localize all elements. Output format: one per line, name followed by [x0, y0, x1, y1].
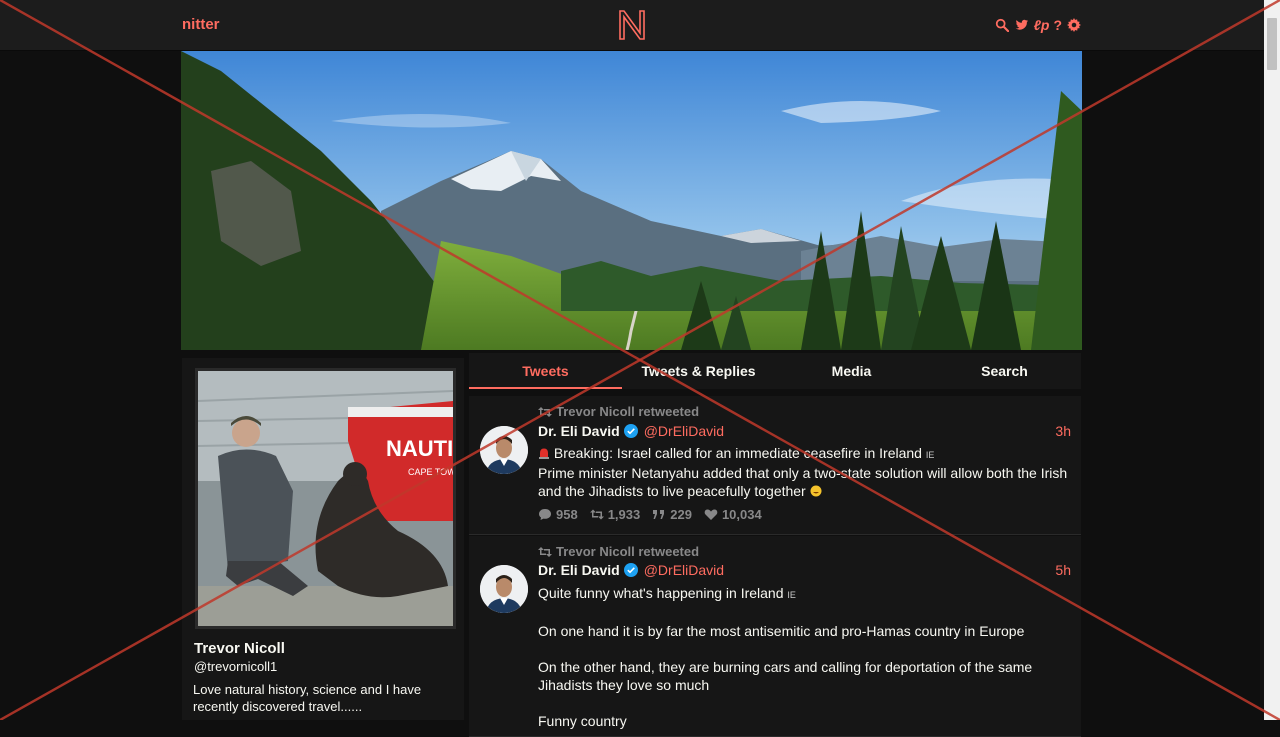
rss-icon[interactable]: ℓp — [1034, 17, 1050, 33]
tab-tweets[interactable]: Tweets — [469, 353, 622, 389]
tweet-avatar[interactable] — [480, 426, 528, 474]
profile-username[interactable]: @trevornicoll1 — [194, 659, 277, 674]
comment-icon — [539, 509, 551, 520]
tweet-line: Breaking: Israel called for an immediate… — [553, 445, 922, 461]
page-scrollbar[interactable] — [1264, 0, 1280, 720]
timeline-tabs: Tweets Tweets & Replies Media Search — [469, 353, 1081, 389]
quote-stat[interactable]: 229 — [652, 507, 692, 522]
verified-icon — [623, 563, 638, 577]
tweet-line: Prime minister Netanyahu added that only… — [538, 465, 1068, 499]
profile-fullname[interactable]: Trevor Nicoll — [194, 640, 285, 657]
tweet-header: Dr. Eli David @DrEliDavid — [538, 562, 724, 578]
tweet-date[interactable]: 3h — [1055, 423, 1071, 439]
tweet-paragraph: On one hand it is by far the most antise… — [538, 623, 1025, 639]
timeline-item[interactable]: Trevor Nicoll retweeted Dr. Eli David @D… — [469, 396, 1081, 535]
quote-icon — [653, 510, 665, 519]
boat-lettering: NAUTIC — [386, 436, 453, 461]
siren-emoji-icon — [539, 448, 549, 459]
gear-icon[interactable] — [1066, 17, 1082, 33]
tab-tweets-replies[interactable]: Tweets & Replies — [622, 353, 775, 389]
tweet-avatar[interactable] — [480, 565, 528, 613]
quote-count: 229 — [670, 507, 692, 522]
search-icon[interactable] — [994, 17, 1010, 33]
nitter-logo[interactable] — [617, 9, 647, 41]
tweet-stats: 958 1,933 229 10,034 — [538, 507, 762, 522]
timeline-item[interactable]: Trevor Nicoll retweeted Dr. Eli David @D… — [469, 536, 1081, 737]
tweet-fullname[interactable]: Dr. Eli David — [538, 562, 620, 578]
heart-icon — [704, 509, 718, 520]
retweet-stat[interactable]: 1,933 — [589, 507, 641, 522]
tweet-content: Breaking: Israel called for an immediate… — [538, 444, 1073, 500]
nav-icons: ℓp ? — [994, 15, 1082, 35]
help-icon[interactable]: ? — [1053, 17, 1062, 33]
profile-card: NAUTIC CAPE TOWN Trevor Nicoll @trevorni… — [182, 358, 464, 720]
reply-stat[interactable]: 958 — [538, 507, 578, 522]
reply-count: 958 — [556, 507, 578, 522]
verified-icon — [623, 424, 638, 438]
ireland-flag-glyph: IE — [925, 450, 935, 460]
profile-banner[interactable] — [181, 51, 1082, 350]
retweet-header: Trevor Nicoll retweeted — [538, 544, 699, 559]
ireland-flag-glyph: IE — [787, 590, 796, 600]
top-navbar: nitter ℓp ? — [0, 0, 1264, 51]
twitter-bird-icon[interactable] — [1014, 17, 1030, 33]
brand-link[interactable]: nitter — [182, 16, 220, 33]
retweet-count: 1,933 — [607, 507, 641, 522]
tweet-date[interactable]: 5h — [1055, 562, 1071, 578]
tab-search[interactable]: Search — [928, 353, 1081, 389]
retweet-label: Trevor Nicoll retweeted — [556, 544, 700, 559]
retweet-icon — [538, 406, 552, 417]
tweet-content: Quite funny what's happening in Ireland … — [538, 584, 1073, 730]
scrollbar-thumb[interactable] — [1267, 18, 1277, 70]
tweet-header: Dr. Eli David @DrEliDavid — [538, 423, 724, 439]
like-count: 10,034 — [721, 507, 762, 522]
like-stat[interactable]: 10,034 — [704, 507, 762, 522]
tweet-username[interactable]: @DrEliDavid — [644, 562, 724, 578]
profile-bio: Love natural history, science and I have… — [193, 682, 422, 714]
tweet-paragraph: On the other hand, they are burning cars… — [538, 659, 1033, 693]
tab-media[interactable]: Media — [775, 353, 928, 389]
retweet-label: Trevor Nicoll retweeted — [556, 404, 700, 419]
tweet-fullname[interactable]: Dr. Eli David — [538, 423, 620, 439]
tweet-paragraph: Quite funny what's happening in Ireland — [538, 585, 784, 601]
laughing-emoji-icon — [810, 485, 822, 497]
retweet-icon — [538, 546, 552, 557]
profile-avatar[interactable]: NAUTIC CAPE TOWN — [195, 368, 456, 629]
tweet-paragraph: Funny country — [538, 713, 627, 729]
boat-sublettering: CAPE TOWN — [408, 467, 453, 477]
retweet-icon — [589, 509, 604, 520]
tweet-username[interactable]: @DrEliDavid — [644, 423, 724, 439]
retweet-header: Trevor Nicoll retweeted — [538, 404, 699, 419]
